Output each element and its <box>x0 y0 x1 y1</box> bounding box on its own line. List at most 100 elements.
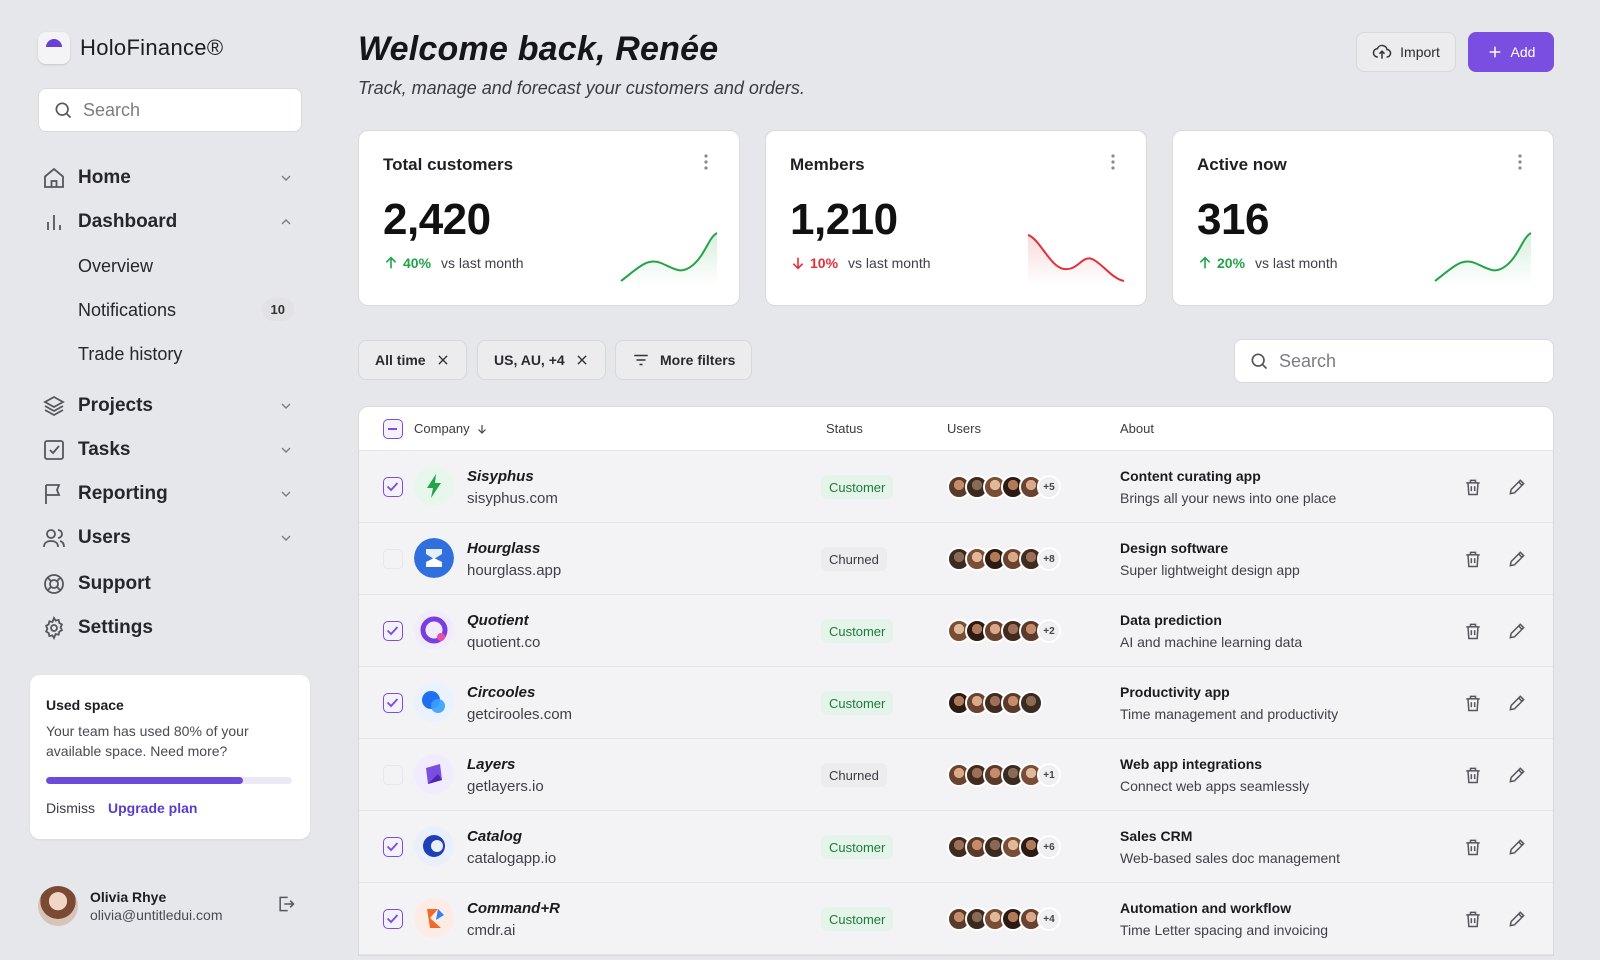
row-checkbox[interactable] <box>383 549 403 569</box>
trash-icon[interactable] <box>1463 837 1483 857</box>
trash-icon[interactable] <box>1463 549 1483 569</box>
trash-icon[interactable] <box>1463 693 1483 713</box>
nav-tasks[interactable]: Tasks <box>38 428 302 472</box>
nav-projects-label: Projects <box>78 395 153 416</box>
nav-projects[interactable]: Projects <box>38 384 302 428</box>
users-more-count[interactable]: +4 <box>1037 907 1061 931</box>
row-checkbox[interactable] <box>383 621 403 641</box>
company-name[interactable]: Quotient <box>467 612 529 629</box>
table-row[interactable]: Quotient quotient.co Customer +2 Data pr… <box>359 595 1553 667</box>
nav-sub-trade-history[interactable]: Trade history <box>38 332 302 376</box>
check-icon <box>386 842 399 852</box>
about-title: Automation and workflow <box>1120 900 1292 916</box>
trash-icon[interactable] <box>1463 621 1483 641</box>
logout-icon[interactable] <box>276 894 296 914</box>
nav-home-label: Home <box>78 167 131 188</box>
table-row[interactable]: Circooles getcirooles.com Customer Produ… <box>359 667 1553 739</box>
user-profile[interactable]: Olivia Rhye olivia@untitledui.com <box>38 886 306 926</box>
table-row[interactable]: Catalog catalogapp.io Customer +6 Sales … <box>359 811 1553 883</box>
nav-tasks-label: Tasks <box>78 439 131 460</box>
edit-pencil-icon[interactable] <box>1507 549 1527 569</box>
more-filters-button[interactable]: More filters <box>615 340 753 380</box>
nav-sub-overview-label: Overview <box>78 255 154 276</box>
filter-chip-all-time[interactable]: All time <box>358 340 467 380</box>
users-more-count[interactable]: +1 <box>1037 763 1061 787</box>
more-filters-label: More filters <box>660 352 736 368</box>
more-vertical-icon[interactable] <box>703 153 709 171</box>
table-search[interactable] <box>1234 339 1554 383</box>
close-icon[interactable] <box>575 353 589 367</box>
select-all-checkbox[interactable] <box>383 419 403 439</box>
column-status: Status <box>826 421 863 436</box>
nav-sub-overview[interactable]: Overview <box>38 244 302 288</box>
about-description: Time management and productivity <box>1120 706 1339 722</box>
nav-home[interactable]: Home <box>38 156 302 200</box>
table-row[interactable]: Command+R cmdr.ai Customer +4 Automation… <box>359 883 1553 955</box>
nav-support[interactable]: Support <box>38 562 302 606</box>
upgrade-plan-link[interactable]: Upgrade plan <box>108 800 197 816</box>
sidebar-search[interactable] <box>38 88 302 132</box>
column-about: About <box>1120 421 1154 436</box>
filter-chip-region[interactable]: US, AU, +4 <box>477 340 606 380</box>
close-icon[interactable] <box>436 353 450 367</box>
trash-icon[interactable] <box>1463 477 1483 497</box>
users-more-count[interactable]: +6 <box>1037 835 1061 859</box>
company-name[interactable]: Catalog <box>467 828 522 845</box>
users-avatar-group <box>947 691 1043 715</box>
stat-card-members: Members 1,210 10% vs last month <box>765 130 1147 306</box>
company-logo-icon <box>414 610 454 650</box>
company-logo-icon <box>414 754 454 794</box>
company-name[interactable]: Sisyphus <box>467 468 534 485</box>
trash-icon[interactable] <box>1463 909 1483 929</box>
page-subtitle: Track, manage and forecast your customer… <box>358 78 805 98</box>
nav-dashboard[interactable]: Dashboard <box>38 200 302 244</box>
user-name: Olivia Rhye <box>90 889 167 905</box>
check-icon <box>386 626 399 636</box>
row-checkbox[interactable] <box>383 837 403 857</box>
about-title: Data prediction <box>1120 612 1222 628</box>
row-checkbox[interactable] <box>383 477 403 497</box>
sidebar-search-input[interactable] <box>83 99 283 121</box>
about-description: Time Letter spacing and invoicing <box>1120 922 1329 938</box>
import-button[interactable]: Import <box>1356 32 1456 72</box>
sparkline-up <box>620 232 718 285</box>
table-search-input[interactable] <box>1279 350 1539 372</box>
dismiss-link[interactable]: Dismiss <box>46 800 95 816</box>
trash-icon[interactable] <box>1463 765 1483 785</box>
nav-dashboard-label: Dashboard <box>78 211 178 232</box>
app-logo[interactable]: HoloFinance® <box>38 32 223 64</box>
nav-users[interactable]: Users <box>38 516 302 560</box>
edit-pencil-icon[interactable] <box>1507 837 1527 857</box>
edit-pencil-icon[interactable] <box>1507 693 1527 713</box>
stat-delta-percent: 20% <box>1217 255 1246 271</box>
edit-pencil-icon[interactable] <box>1507 477 1527 497</box>
company-logo-icon <box>414 538 454 578</box>
table-row[interactable]: Sisyphus sisyphus.com Customer +5 Conten… <box>359 451 1553 523</box>
company-name[interactable]: Command+R <box>467 900 560 917</box>
status-badge: Churned <box>821 763 887 787</box>
about-description: AI and machine learning data <box>1120 634 1303 650</box>
column-company[interactable]: Company <box>414 421 488 436</box>
company-url: catalogapp.io <box>467 850 557 867</box>
add-button[interactable]: Add <box>1468 32 1554 72</box>
nav-reporting[interactable]: Reporting <box>38 472 302 516</box>
row-checkbox[interactable] <box>383 765 403 785</box>
edit-pencil-icon[interactable] <box>1507 621 1527 641</box>
users-more-count[interactable]: +2 <box>1037 619 1061 643</box>
users-more-count[interactable]: +5 <box>1037 475 1061 499</box>
row-checkbox[interactable] <box>383 693 403 713</box>
nav-settings[interactable]: Settings <box>38 606 302 650</box>
users-more-count[interactable]: +8 <box>1037 547 1061 571</box>
more-vertical-icon[interactable] <box>1517 153 1523 171</box>
company-name[interactable]: Hourglass <box>467 540 540 557</box>
edit-pencil-icon[interactable] <box>1507 909 1527 929</box>
company-name[interactable]: Layers <box>467 756 515 773</box>
chevron-down-icon <box>281 403 291 409</box>
nav-sub-notifications[interactable]: Notifications 10 <box>38 288 302 332</box>
row-checkbox[interactable] <box>383 909 403 929</box>
table-row[interactable]: Hourglass hourglass.app Churned +8 Desig… <box>359 523 1553 595</box>
table-row[interactable]: Layers getlayers.io Churned +1 Web app i… <box>359 739 1553 811</box>
edit-pencil-icon[interactable] <box>1507 765 1527 785</box>
company-name[interactable]: Circooles <box>467 684 535 701</box>
more-vertical-icon[interactable] <box>1110 153 1116 171</box>
